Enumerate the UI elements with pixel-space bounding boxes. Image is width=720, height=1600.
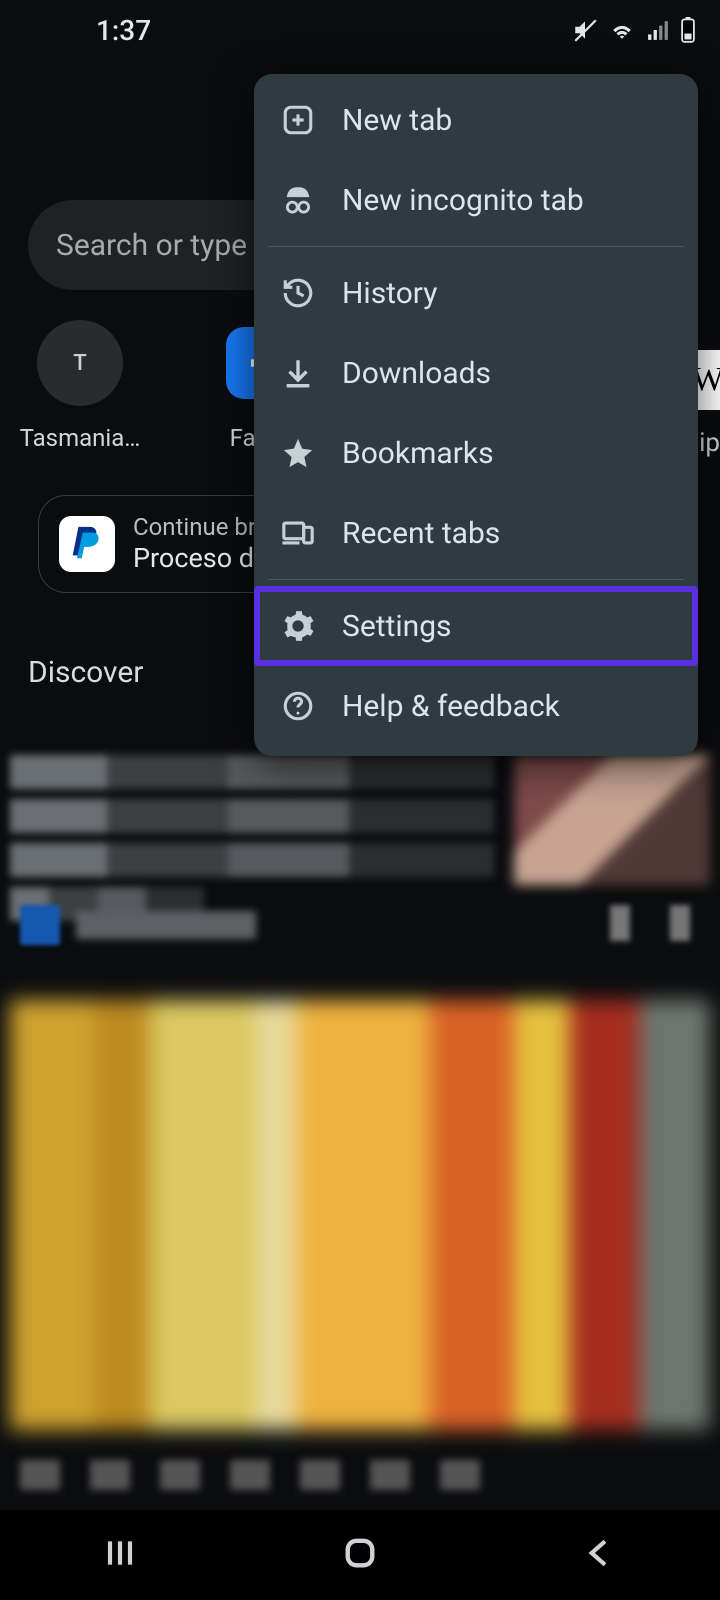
menu-new-tab[interactable]: New tab [254, 80, 698, 160]
article-thumbnail-blurred [514, 755, 710, 885]
paypal-icon [59, 516, 115, 572]
menu-label: Downloads [342, 356, 491, 391]
star-icon [280, 435, 316, 471]
menu-separator [268, 246, 684, 247]
shortcut-letter-icon: T [37, 320, 123, 406]
article-actions-blurred [610, 905, 690, 941]
menu-downloads[interactable]: Downloads [254, 333, 698, 413]
discover-heading: Discover [28, 655, 143, 690]
back-button[interactable] [580, 1533, 620, 1577]
menu-settings[interactable]: Settings [254, 586, 698, 666]
menu-label: Recent tabs [342, 516, 500, 551]
menu-label: Bookmarks [342, 436, 494, 471]
home-button[interactable] [339, 1532, 381, 1578]
help-icon [280, 688, 316, 724]
history-icon [280, 275, 316, 311]
menu-new-incognito[interactable]: New incognito tab [254, 160, 698, 240]
shortcut-tasmania[interactable]: T Tasmania… [20, 320, 140, 452]
menu-label: History [342, 276, 437, 311]
discover-article-3-blurred [20, 1460, 700, 1500]
article-source-blurred [20, 905, 256, 945]
devices-icon [280, 515, 316, 551]
menu-label: Help & feedback [342, 689, 560, 724]
system-nav-bar [0, 1510, 720, 1600]
gear-icon [280, 608, 316, 644]
menu-bookmarks[interactable]: Bookmarks [254, 413, 698, 493]
menu-history[interactable]: History [254, 253, 698, 333]
plus-box-icon [280, 102, 316, 138]
menu-separator [268, 579, 684, 580]
shortcut-wikipedia-label-sliver: ip [699, 428, 720, 458]
menu-help[interactable]: Help & feedback [254, 666, 698, 746]
download-icon [280, 355, 316, 391]
menu-label: New incognito tab [342, 183, 584, 218]
shortcut-label: Tasmania… [20, 424, 141, 452]
menu-label: Settings [342, 609, 452, 644]
overflow-menu: New tab New incognito tab History Downlo… [254, 74, 698, 756]
incognito-icon [280, 182, 316, 218]
menu-recent-tabs[interactable]: Recent tabs [254, 493, 698, 573]
discover-article-2-image[interactable] [10, 1000, 710, 1430]
menu-label: New tab [342, 103, 452, 138]
recents-button[interactable] [100, 1533, 140, 1577]
